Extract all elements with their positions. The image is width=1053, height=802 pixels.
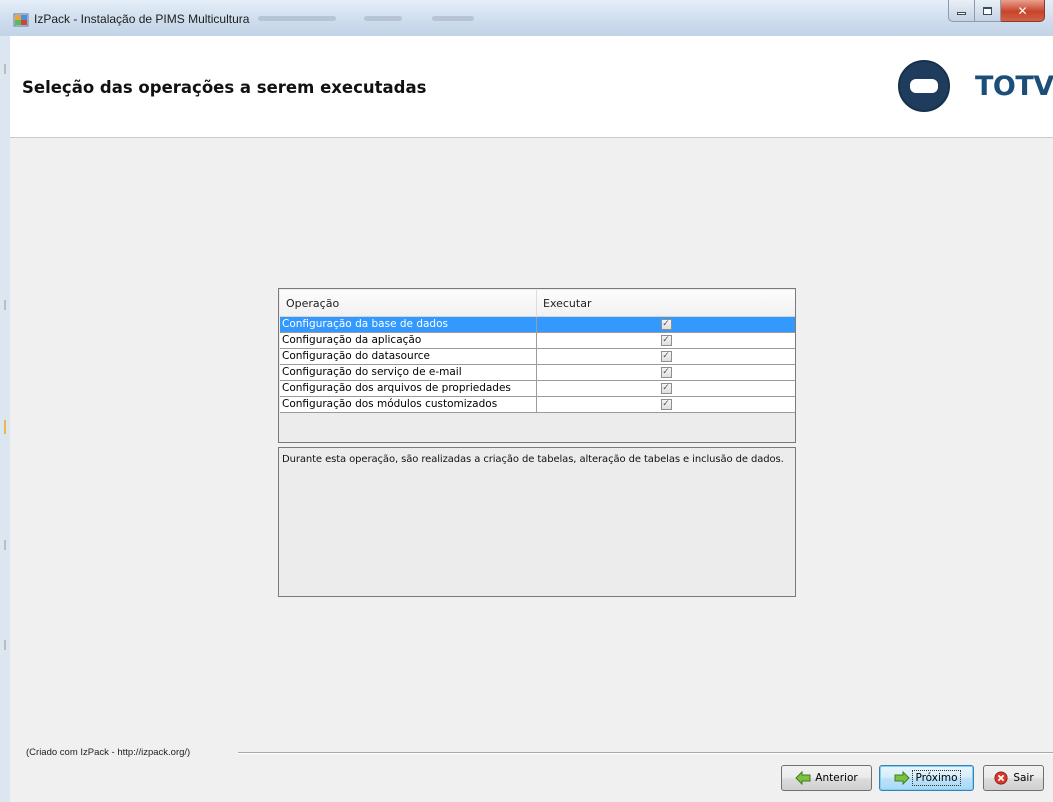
execute-cell: ✓ [537, 333, 795, 348]
logo-text: TOTVS [975, 71, 1053, 102]
column-header-execute[interactable]: Executar [537, 290, 795, 317]
exit-icon [994, 771, 1008, 785]
description-text: Durante esta operação, são realizadas a … [282, 454, 784, 465]
arrow-left-icon [795, 771, 811, 785]
table-row[interactable]: Configuração da base de dados ✓ [280, 317, 795, 333]
table-row[interactable]: Configuração dos módulos customizados ✓ [280, 397, 795, 413]
maximize-icon [983, 6, 992, 15]
panel-header: Seleção das operações a serem executadas… [10, 36, 1053, 138]
column-header-operation[interactable]: Operação [280, 290, 537, 317]
execute-checkbox[interactable]: ✓ [660, 351, 672, 362]
execute-cell: ✓ [537, 381, 795, 396]
table-row[interactable]: Configuração dos arquivos de propriedade… [280, 381, 795, 397]
screen-edge [4, 540, 6, 550]
installer-panel: Seleção das operações a serem executadas… [10, 36, 1053, 802]
installer-app-icon [13, 13, 29, 27]
blurred-title-fragment [432, 16, 474, 21]
table-row[interactable]: Configuração do datasource ✓ [280, 349, 795, 365]
blurred-title-fragment [364, 16, 402, 21]
credits-label: (Criado com IzPack - http://izpack.org/) [26, 747, 191, 758]
window-title: IzPack - Instalação de PIMS Multicultura [34, 12, 250, 26]
page-title: Seleção das operações a serem executadas [22, 78, 427, 97]
footer-divider [238, 752, 1053, 754]
next-button[interactable]: Próximo [879, 765, 974, 791]
table-header: Operação Executar [280, 290, 795, 317]
operation-cell: Configuração dos módulos customizados [280, 397, 537, 412]
maximize-button[interactable] [975, 0, 1001, 22]
exit-button[interactable]: Sair [983, 765, 1044, 791]
next-button-label: Próximo [912, 770, 961, 786]
screen-edge [4, 640, 6, 650]
minimize-icon [957, 11, 966, 15]
operation-cell: Configuração da base de dados [280, 317, 537, 332]
previous-button[interactable]: Anterior [781, 765, 872, 791]
execute-checkbox[interactable]: ✓ [660, 367, 672, 378]
window-title-bar[interactable]: IzPack - Instalação de PIMS Multicultura… [0, 0, 1053, 36]
close-window-button[interactable]: ✕ [1001, 0, 1045, 22]
table-row[interactable]: Configuração do serviço de e-mail ✓ [280, 365, 795, 381]
window-controls: ✕ [948, 0, 1045, 22]
execute-cell: ✓ [537, 349, 795, 364]
minimize-button[interactable] [948, 0, 975, 22]
operation-description[interactable]: Durante esta operação, são realizadas a … [278, 447, 796, 597]
previous-button-label: Anterior [815, 772, 858, 784]
execute-checkbox[interactable]: ✓ [660, 383, 672, 394]
table-body: Configuração da base de dados ✓ Configur… [280, 317, 795, 413]
table-row[interactable]: Configuração da aplicação ✓ [280, 333, 795, 349]
operation-cell: Configuração dos arquivos de propriedade… [280, 381, 537, 396]
execute-cell: ✓ [537, 317, 795, 332]
operation-cell: Configuração do datasource [280, 349, 537, 364]
blurred-title-fragment [258, 16, 336, 21]
screen-edge [4, 300, 6, 310]
operation-cell: Configuração do serviço de e-mail [280, 365, 537, 380]
arrow-right-icon [894, 771, 911, 785]
execute-cell: ✓ [537, 397, 795, 412]
execute-checkbox[interactable]: ✓ [660, 319, 672, 330]
execute-checkbox[interactable]: ✓ [660, 399, 672, 410]
execute-checkbox[interactable]: ✓ [660, 335, 672, 346]
operation-cell: Configuração da aplicação [280, 333, 537, 348]
operations-table: Operação Executar Configuração da base d… [278, 288, 796, 443]
screen-edge [4, 64, 6, 74]
close-icon: ✕ [1017, 3, 1028, 18]
execute-cell: ✓ [537, 365, 795, 380]
screen-edge [4, 420, 6, 434]
exit-button-label: Sair [1013, 772, 1034, 784]
